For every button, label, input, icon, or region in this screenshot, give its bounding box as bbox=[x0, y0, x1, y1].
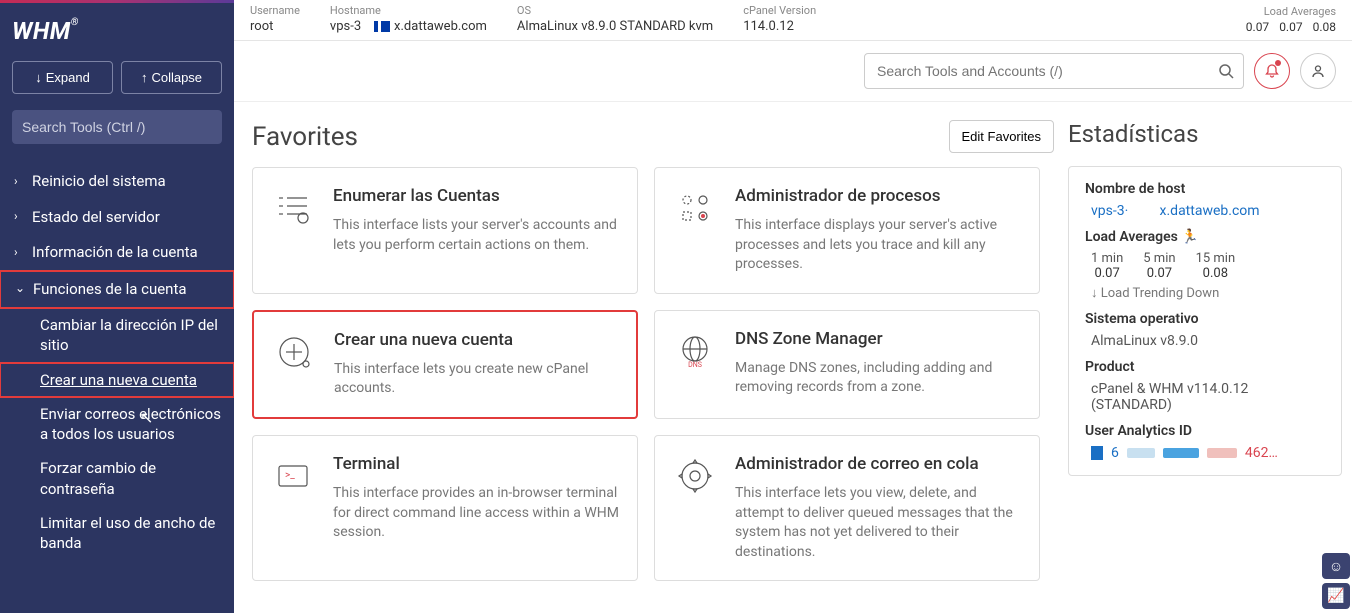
card-dns-zone-manager[interactable]: DNS DNS Zone Manager Manage DNS zones, in… bbox=[654, 310, 1040, 419]
chevron-right-icon: › bbox=[14, 209, 32, 225]
chevron-down-icon: ⌄ bbox=[15, 281, 33, 297]
stat-hostname-label: Nombre de host bbox=[1085, 181, 1325, 197]
header-load-averages: Load Averages0.070.070.08 bbox=[1246, 5, 1336, 34]
terminal-icon: >_ bbox=[271, 454, 315, 498]
stat-trend: ↓ Load Trending Down bbox=[1091, 285, 1325, 301]
stat-product-label: Product bbox=[1085, 359, 1325, 375]
card-desc: This interface lets you create new cPane… bbox=[334, 360, 618, 399]
card-create-account[interactable]: Crear una nueva cuenta This interface let… bbox=[252, 310, 638, 419]
card-mail-queue[interactable]: Administrador de correo en cola This inte… bbox=[654, 435, 1040, 581]
card-title: Crear una nueva cuenta bbox=[334, 330, 618, 350]
sidebar-sub-enviar[interactable]: Enviar correos electrónicos a todos los … bbox=[0, 397, 234, 452]
runner-icon: 🏃 bbox=[1181, 229, 1198, 245]
sidebar-search-input[interactable] bbox=[12, 110, 222, 144]
card-title: Administrador de procesos bbox=[735, 186, 1021, 206]
user-button[interactable] bbox=[1300, 53, 1336, 89]
dns-zone-icon: DNS bbox=[673, 329, 717, 373]
card-desc: This interface lists your server's accou… bbox=[333, 216, 619, 255]
card-process-manager[interactable]: Administrador de procesos This interface … bbox=[654, 167, 1040, 294]
card-title: DNS Zone Manager bbox=[735, 329, 1021, 349]
sidebar-item-reinicio[interactable]: ›Reinicio del sistema bbox=[0, 164, 234, 200]
card-terminal[interactable]: >_ Terminal This interface provides an in… bbox=[252, 435, 638, 581]
card-desc: This interface lets you view, delete, an… bbox=[735, 484, 1021, 562]
chevron-right-icon: › bbox=[14, 245, 32, 261]
flag-icon bbox=[374, 21, 390, 32]
collapse-button[interactable]: ↑ Collapse bbox=[121, 61, 222, 94]
svg-text:>_: >_ bbox=[285, 470, 295, 481]
sidebar-item-funciones[interactable]: ⌄Funciones de la cuenta bbox=[0, 271, 234, 309]
card-title: Enumerar las Cuentas bbox=[333, 186, 619, 206]
feedback-button[interactable]: ☺ bbox=[1322, 553, 1350, 579]
header-cpanel-version: cPanel Version114.0.12 bbox=[743, 4, 816, 34]
list-accounts-icon bbox=[271, 186, 315, 230]
arrow-down-icon: ↓ bbox=[35, 70, 42, 85]
stat-os-value: AlmaLinux v8.9.0 bbox=[1091, 333, 1325, 349]
notifications-button[interactable] bbox=[1254, 53, 1290, 89]
card-desc: This interface provides an in-browser te… bbox=[333, 484, 619, 543]
sidebar-sub-crear[interactable]: Crear una nueva cuenta bbox=[0, 363, 234, 397]
search-input[interactable] bbox=[864, 53, 1244, 89]
card-title: Terminal bbox=[333, 454, 619, 474]
stats-toggle-button[interactable]: 📈 bbox=[1322, 583, 1350, 609]
sidebar-sub-cambiar[interactable]: Cambiar la dirección IP del sitio bbox=[0, 308, 234, 363]
search-icon[interactable] bbox=[1218, 63, 1234, 79]
whm-logo[interactable]: WHM® bbox=[0, 3, 234, 53]
stat-product-value: cPanel & WHM v114.0.12 (STANDARD) bbox=[1091, 381, 1325, 413]
stat-hostname-value[interactable]: vps-3· x.dattaweb.com bbox=[1091, 203, 1325, 219]
sidebar-sub-limitar[interactable]: Limitar el uso de ancho de banda bbox=[0, 506, 234, 561]
sidebar-sub-forzar[interactable]: Forzar cambio de contraseña bbox=[0, 451, 234, 506]
expand-button[interactable]: ↓ Expand bbox=[12, 61, 113, 94]
process-manager-icon bbox=[673, 186, 717, 230]
mail-queue-icon bbox=[673, 454, 717, 498]
create-account-icon bbox=[272, 330, 316, 374]
sidebar-item-info[interactable]: ›Información de la cuenta bbox=[0, 235, 234, 271]
edit-favorites-button[interactable]: Edit Favorites bbox=[949, 120, 1054, 153]
card-list-accounts[interactable]: Enumerar las Cuentas This interface lists… bbox=[252, 167, 638, 294]
sidebar-item-estado[interactable]: ›Estado del servidor bbox=[0, 200, 234, 236]
card-title: Administrador de correo en cola bbox=[735, 454, 1021, 474]
stat-ua-row: 6 462… bbox=[1091, 445, 1325, 461]
stats-title: Estadísticas bbox=[1068, 120, 1342, 148]
stat-ua-label: User Analytics ID bbox=[1085, 423, 1325, 439]
stat-la-values: 1 min0.07 5 min0.07 15 min0.08 bbox=[1091, 251, 1325, 281]
header-hostname: Hostnamevps-3 x.dattaweb.com bbox=[330, 4, 487, 34]
notification-dot-icon bbox=[1275, 60, 1281, 66]
arrow-down-icon: ↓ bbox=[1091, 286, 1098, 301]
header-username: Usernameroot bbox=[250, 4, 300, 34]
chevron-right-icon: › bbox=[14, 174, 32, 190]
arrow-up-icon: ↑ bbox=[141, 70, 148, 85]
svg-text:DNS: DNS bbox=[688, 361, 702, 369]
header-os: OSAlmaLinux v8.9.0 STANDARD kvm bbox=[517, 4, 713, 34]
card-desc: This interface displays your server's ac… bbox=[735, 216, 1021, 275]
favorites-title: Favorites bbox=[252, 122, 949, 152]
card-desc: Manage DNS zones, including adding and r… bbox=[735, 359, 1021, 398]
stat-os-label: Sistema operativo bbox=[1085, 311, 1325, 327]
clipboard-icon[interactable] bbox=[1091, 446, 1103, 460]
stat-la-label: Load Averages 🏃 bbox=[1085, 229, 1325, 245]
